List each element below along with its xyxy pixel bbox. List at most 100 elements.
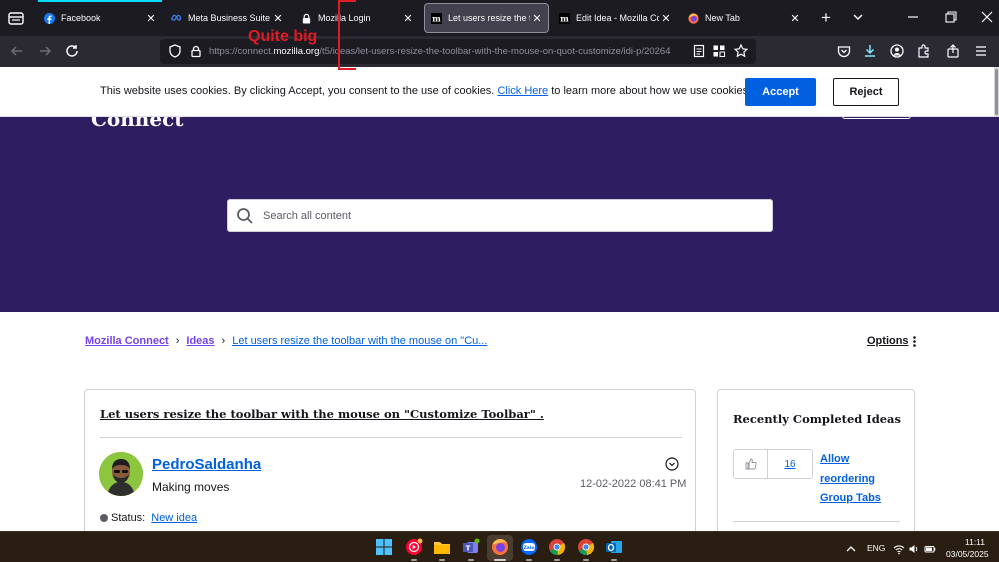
idea-title[interactable]: Let users resize the toolbar with the mo… (100, 407, 544, 421)
tab-edit-idea[interactable]: m Edit Idea - Mozilla Conn ✕ (553, 3, 677, 33)
tab-let-users-resize[interactable]: m Let users resize the toolb ✕ (424, 3, 549, 33)
options-menu[interactable]: Options (867, 335, 916, 347)
options-label: Options (867, 335, 909, 347)
running-indicator (526, 559, 532, 561)
web-page: Connect This website uses cookies. By cl… (0, 67, 999, 531)
outlook-icon[interactable] (605, 538, 623, 556)
running-indicator (494, 559, 506, 561)
running-indicator (411, 559, 417, 561)
reject-cookies-button[interactable]: Reject (833, 78, 899, 106)
windows-start-icon[interactable] (375, 538, 393, 556)
post-options-chevron-icon[interactable] (665, 457, 679, 471)
pocket-icon[interactable] (836, 43, 852, 59)
kudos-count[interactable]: 16 (768, 450, 812, 478)
running-indicator (468, 559, 474, 561)
close-tab-icon[interactable]: ✕ (144, 11, 158, 25)
tab-facebook[interactable]: Facebook ✕ (38, 0, 162, 33)
avatar[interactable] (99, 452, 143, 496)
breadcrumb-ideas[interactable]: Ideas (186, 335, 214, 347)
zalo-icon[interactable]: Zalo (520, 538, 538, 556)
tray-chevron-up-icon[interactable] (845, 542, 857, 554)
close-tab-icon[interactable]: ✕ (788, 11, 802, 25)
firefox-icon (688, 12, 699, 24)
reader-view-icon[interactable] (691, 43, 707, 59)
search-input[interactable] (263, 207, 743, 225)
hamburger-menu-icon[interactable] (973, 43, 989, 59)
tab-title: New Tab (705, 13, 740, 23)
mozilla-m-icon: m (559, 12, 570, 24)
tab-new-tab[interactable]: New Tab ✕ (682, 3, 806, 33)
back-arrow-icon[interactable] (9, 43, 25, 59)
lock-icon (301, 13, 312, 24)
status-dot-icon (100, 514, 108, 522)
chevron-right-icon: › (175, 335, 180, 347)
lock-icon[interactable] (188, 43, 204, 59)
annotation-bracket (338, 0, 356, 70)
extensions-puzzle-icon[interactable] (916, 43, 932, 59)
battery-icon[interactable] (924, 542, 936, 554)
breadcrumb: Mozilla Connect › Ideas › Let users resi… (85, 335, 487, 347)
chevron-right-icon: › (221, 335, 226, 347)
divider (100, 437, 682, 438)
file-explorer-icon[interactable] (433, 538, 451, 556)
search-icon[interactable] (236, 207, 254, 225)
close-tab-icon[interactable]: ✕ (530, 11, 544, 25)
teams-icon[interactable]: T (462, 538, 480, 556)
author-name[interactable]: PedroSaldanha (152, 456, 261, 473)
facebook-icon (44, 12, 55, 24)
close-window-icon[interactable] (979, 9, 995, 25)
close-tab-icon[interactable]: ✕ (659, 11, 673, 25)
chrome-profile-icon[interactable] (577, 538, 595, 556)
shield-icon[interactable] (167, 43, 183, 59)
running-indicator (583, 559, 589, 561)
account-icon[interactable] (889, 43, 905, 59)
tab-title: Meta Business Suite (188, 13, 271, 23)
restore-icon[interactable] (943, 9, 959, 25)
windows-taskbar: T Zalo ENG 11:11 03/05/2025 (0, 531, 999, 562)
idea-status: Status: New idea (100, 512, 197, 524)
kudos-widget: 16 (733, 449, 813, 479)
reload-icon[interactable] (64, 43, 80, 59)
chevron-down-icon[interactable] (850, 9, 866, 25)
clock-time[interactable]: 11:11 (965, 537, 985, 547)
minimize-icon[interactable] (905, 9, 921, 25)
meta-icon (171, 13, 182, 24)
svg-text:T: T (466, 545, 471, 553)
idea-card: Let users resize the toolbar with the mo… (84, 389, 696, 531)
accept-cookies-button[interactable]: Accept (745, 78, 816, 106)
running-indicator (611, 559, 617, 561)
recently-completed-panel: Recently Completed Ideas 16 Allow reorde… (717, 389, 915, 531)
close-tab-icon[interactable]: ✕ (401, 11, 415, 25)
chrome-icon[interactable] (548, 538, 566, 556)
scrollbar-thumb[interactable] (995, 69, 998, 115)
new-tab-button[interactable]: + (817, 9, 835, 27)
language-indicator[interactable]: ENG (867, 543, 885, 553)
cookie-message: This website uses cookies. By clicking A… (100, 85, 752, 97)
clock-date[interactable]: 03/05/2025 (946, 549, 989, 559)
breadcrumb-current[interactable]: Let users resize the toolbar with the mo… (232, 335, 487, 347)
share-icon[interactable] (945, 43, 961, 59)
status-label: Status: (111, 512, 146, 524)
search-box (227, 199, 773, 232)
extensions-grid-icon[interactable] (711, 43, 727, 59)
tab-title: Let users resize the toolb (448, 13, 530, 23)
firefox-view-icon[interactable] (6, 8, 26, 28)
wifi-icon[interactable] (893, 542, 905, 555)
youtube-music-icon[interactable] (405, 538, 423, 556)
forward-arrow-icon[interactable] (37, 43, 53, 59)
breadcrumb-mozilla-connect[interactable]: Mozilla Connect (85, 335, 169, 347)
completed-idea-link[interactable]: Allow reordering Group Tabs (820, 450, 890, 509)
svg-text:Zalo: Zalo (524, 545, 535, 551)
svg-text:m: m (432, 13, 441, 23)
cookie-banner: This website uses cookies. By clicking A… (0, 67, 999, 117)
bookmark-star-icon[interactable] (733, 43, 749, 59)
close-tab-icon[interactable]: ✕ (271, 11, 285, 25)
status-value-link[interactable]: New idea (151, 512, 197, 524)
cookie-policy-link[interactable]: Click Here (497, 85, 548, 97)
thumbs-up-icon[interactable] (734, 450, 768, 478)
annotation-text: Quite big (248, 28, 318, 45)
navigation-toolbar: https://connect.mozilla.org/t5/ideas/let… (0, 36, 999, 67)
downloads-icon[interactable] (862, 43, 878, 59)
firefox-taskbar-icon[interactable] (491, 538, 509, 556)
volume-icon[interactable] (908, 542, 920, 554)
